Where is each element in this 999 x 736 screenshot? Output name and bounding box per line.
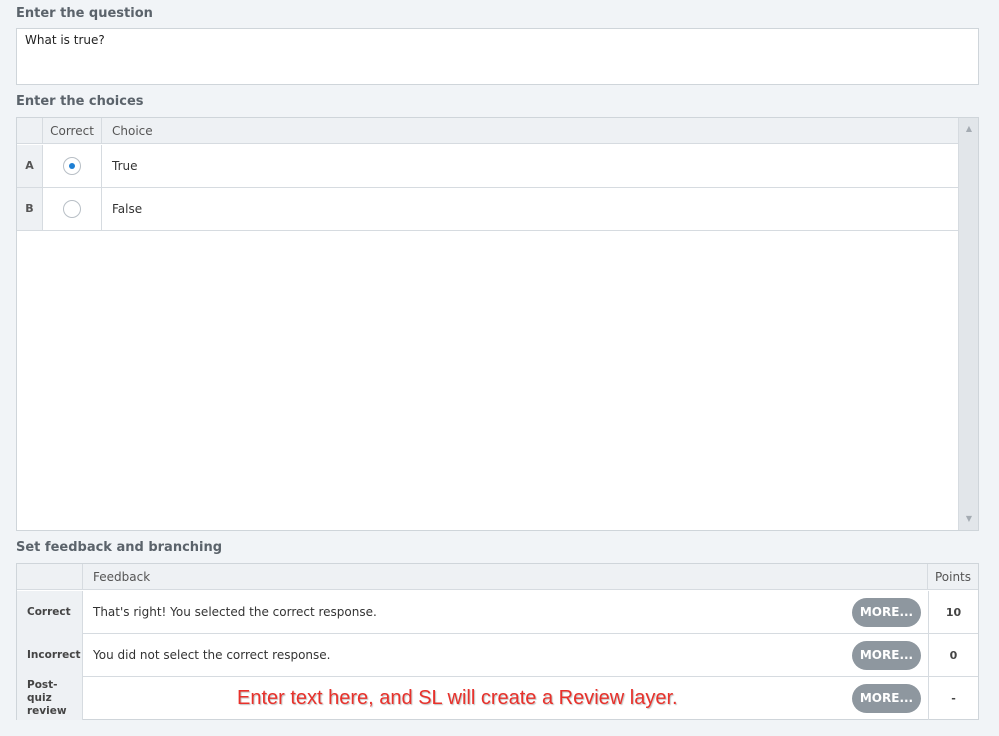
- feedback-row-label: Correct: [17, 591, 83, 634]
- scroll-down-arrow-icon[interactable]: ▼: [959, 510, 979, 528]
- feedback-row-post-quiz-review: Post-quiz review Enter text here, and SL…: [17, 677, 978, 720]
- question-input[interactable]: What is true?: [16, 28, 979, 85]
- correct-radio-a[interactable]: [63, 157, 81, 175]
- correct-cell: [43, 188, 102, 230]
- feedback-row-incorrect: Incorrect You did not select the correct…: [17, 634, 978, 677]
- more-button-review[interactable]: MORE...: [852, 684, 921, 713]
- feedback-row-label: Post-quiz review: [17, 677, 83, 720]
- choice-column-header: Choice: [112, 124, 153, 138]
- choices-index-header: [17, 118, 43, 144]
- feedback-label-header: [17, 564, 83, 590]
- points-review[interactable]: -: [928, 677, 978, 720]
- choice-row-b: B False: [17, 188, 958, 231]
- choice-index: B: [17, 188, 43, 230]
- choices-grid: Correct Choice A True B False ▲ ▼: [16, 117, 979, 531]
- feedback-row-correct: Correct That's right! You selected the c…: [17, 591, 978, 634]
- review-annotation: Enter text here, and SL will create a Re…: [237, 687, 678, 709]
- correct-radio-b[interactable]: [63, 200, 81, 218]
- choice-text-b[interactable]: False: [112, 188, 142, 230]
- correct-cell: [43, 145, 102, 187]
- question-section-label: Enter the question: [16, 6, 153, 21]
- more-button-correct[interactable]: MORE...: [852, 598, 921, 627]
- feedback-text-correct[interactable]: That's right! You selected the correct r…: [93, 591, 377, 634]
- points-incorrect[interactable]: 0: [928, 634, 978, 677]
- more-button-incorrect[interactable]: MORE...: [852, 641, 921, 670]
- feedback-row-label: Incorrect: [17, 634, 83, 677]
- choice-text-a[interactable]: True: [112, 145, 138, 187]
- correct-column-header: Correct: [43, 118, 102, 144]
- feedback-column-header: Feedback: [83, 564, 928, 590]
- points-column-header: Points: [934, 570, 972, 584]
- choice-index: A: [17, 145, 43, 187]
- points-correct[interactable]: 10: [928, 591, 978, 634]
- choices-header-row: Correct Choice: [17, 118, 958, 144]
- choices-scrollbar[interactable]: ▲ ▼: [958, 118, 978, 530]
- choice-row-a: A True: [17, 145, 958, 188]
- feedback-text-incorrect[interactable]: You did not select the correct response.: [93, 634, 330, 677]
- feedback-section-label: Set feedback and branching: [16, 540, 223, 555]
- choices-section-label: Enter the choices: [16, 94, 144, 109]
- feedback-header-row: Feedback Points: [17, 564, 978, 590]
- scroll-up-arrow-icon[interactable]: ▲: [959, 120, 979, 138]
- feedback-grid: Feedback Points Correct That's right! Yo…: [16, 563, 979, 720]
